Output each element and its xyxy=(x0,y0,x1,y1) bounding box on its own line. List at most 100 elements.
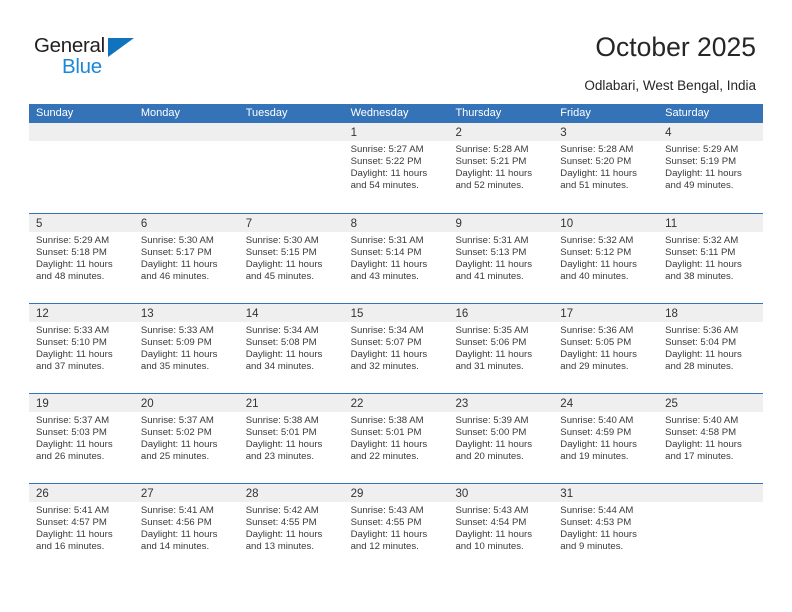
weekday-header-tuesday: Tuesday xyxy=(245,107,288,119)
day-number-band: 10 xyxy=(553,214,659,232)
day-number-band: 1 xyxy=(343,123,449,141)
day-number xyxy=(29,127,36,139)
day-cell[interactable]: 28 Sunrise: 5:42 AM Sunset: 4:55 PM Dayl… xyxy=(238,484,344,573)
day-details: Sunrise: 5:36 AM Sunset: 5:05 PM Dayligh… xyxy=(553,322,658,373)
day-number-band: 26 xyxy=(29,484,134,502)
day-cell[interactable]: 27 Sunrise: 5:41 AM Sunset: 4:56 PM Dayl… xyxy=(133,484,239,573)
day-number: 24 xyxy=(560,398,574,410)
day-cell[interactable]: 31 Sunrise: 5:44 AM Sunset: 4:53 PM Dayl… xyxy=(553,484,659,573)
daylight-text-line2: and 16 minutes. xyxy=(36,541,105,553)
day-cell[interactable]: 16 Sunrise: 5:35 AM Sunset: 5:06 PM Dayl… xyxy=(448,304,554,393)
sunset-text: Sunset: 5:14 PM xyxy=(350,247,422,259)
day-cell[interactable] xyxy=(238,123,344,213)
day-cell[interactable]: 29 Sunrise: 5:43 AM Sunset: 4:55 PM Dayl… xyxy=(343,484,449,573)
sunset-text: Sunset: 4:55 PM xyxy=(350,517,422,529)
day-cell[interactable] xyxy=(29,123,134,213)
logo-text-blue: Blue xyxy=(62,55,102,78)
sunset-text: Sunset: 5:17 PM xyxy=(140,247,212,259)
sunset-text: Sunset: 4:56 PM xyxy=(140,517,212,529)
daylight-text-line2: and 54 minutes. xyxy=(350,180,419,192)
day-cell[interactable]: 4 Sunrise: 5:29 AM Sunset: 5:19 PM Dayli… xyxy=(658,123,764,213)
day-cell[interactable]: 7 Sunrise: 5:30 AM Sunset: 5:15 PM Dayli… xyxy=(238,214,344,303)
weekday-header-saturday: Saturday xyxy=(665,107,710,119)
day-cell[interactable]: 24 Sunrise: 5:40 AM Sunset: 4:59 PM Dayl… xyxy=(553,394,659,483)
sunset-text: Sunset: 5:12 PM xyxy=(560,247,632,259)
weekday-header-thursday: Thursday xyxy=(455,107,502,119)
sunrise-text: Sunrise: 5:37 AM xyxy=(140,415,214,426)
daylight-text-line1: Daylight: 11 hours xyxy=(665,168,742,180)
daylight-text-line2: and 45 minutes. xyxy=(245,271,314,283)
day-cell[interactable]: 18 Sunrise: 5:36 AM Sunset: 5:04 PM Dayl… xyxy=(658,304,764,393)
day-number-band: 4 xyxy=(658,123,764,141)
day-details: Sunrise: 5:35 AM Sunset: 5:06 PM Dayligh… xyxy=(448,322,553,373)
day-cell[interactable]: 21 Sunrise: 5:38 AM Sunset: 5:01 PM Dayl… xyxy=(238,394,344,483)
day-number xyxy=(134,127,141,139)
day-number: 15 xyxy=(350,308,364,320)
generalblue-logo[interactable]: General Blue xyxy=(34,34,154,82)
daylight-text-line1: Daylight: 11 hours xyxy=(560,439,637,451)
day-cell[interactable]: 14 Sunrise: 5:34 AM Sunset: 5:08 PM Dayl… xyxy=(238,304,344,393)
daylight-text-line2: and 46 minutes. xyxy=(140,271,210,283)
day-cell[interactable]: 17 Sunrise: 5:36 AM Sunset: 5:05 PM Dayl… xyxy=(553,304,659,393)
day-cell[interactable] xyxy=(133,123,239,213)
daylight-text-line1: Daylight: 11 hours xyxy=(36,259,113,271)
day-cell[interactable]: 25 Sunrise: 5:40 AM Sunset: 4:58 PM Dayl… xyxy=(658,394,764,483)
daylight-text-line2: and 14 minutes. xyxy=(140,541,210,553)
day-cell[interactable]: 8 Sunrise: 5:31 AM Sunset: 5:14 PM Dayli… xyxy=(343,214,449,303)
day-cell[interactable]: 13 Sunrise: 5:33 AM Sunset: 5:09 PM Dayl… xyxy=(133,304,239,393)
daylight-text-line2: and 32 minutes. xyxy=(350,361,419,373)
day-details: Sunrise: 5:40 AM Sunset: 4:59 PM Dayligh… xyxy=(553,412,658,463)
day-cell[interactable]: 12 Sunrise: 5:33 AM Sunset: 5:10 PM Dayl… xyxy=(29,304,134,393)
triangle-icon xyxy=(108,38,134,57)
day-cell[interactable] xyxy=(658,484,764,573)
day-number: 9 xyxy=(455,218,462,230)
daylight-text-line2: and 31 minutes. xyxy=(455,361,524,373)
day-cell[interactable]: 22 Sunrise: 5:38 AM Sunset: 5:01 PM Dayl… xyxy=(343,394,449,483)
day-number-band: 20 xyxy=(133,394,239,412)
day-cell[interactable]: 9 Sunrise: 5:31 AM Sunset: 5:13 PM Dayli… xyxy=(448,214,554,303)
day-cell[interactable]: 20 Sunrise: 5:37 AM Sunset: 5:02 PM Dayl… xyxy=(133,394,239,483)
day-number: 6 xyxy=(140,218,148,230)
day-details: Sunrise: 5:37 AM Sunset: 5:02 PM Dayligh… xyxy=(134,412,239,463)
day-number: 27 xyxy=(140,488,154,500)
day-cell[interactable]: 1 Sunrise: 5:27 AM Sunset: 5:22 PM Dayli… xyxy=(343,123,449,213)
day-details: Sunrise: 5:31 AM Sunset: 5:13 PM Dayligh… xyxy=(448,232,553,283)
day-cell[interactable]: 19 Sunrise: 5:37 AM Sunset: 5:03 PM Dayl… xyxy=(29,394,134,483)
day-cell[interactable]: 26 Sunrise: 5:41 AM Sunset: 4:57 PM Dayl… xyxy=(29,484,134,573)
day-details: Sunrise: 5:40 AM Sunset: 4:58 PM Dayligh… xyxy=(658,412,763,463)
day-details: Sunrise: 5:28 AM Sunset: 5:21 PM Dayligh… xyxy=(448,141,553,192)
day-number: 17 xyxy=(560,308,574,320)
calendar-grid: Sunday Monday Tuesday Wednesday Thursday… xyxy=(29,104,764,573)
day-cell[interactable]: 3 Sunrise: 5:28 AM Sunset: 5:20 PM Dayli… xyxy=(553,123,659,213)
weekday-header-sunday: Sunday xyxy=(36,107,74,119)
day-details: Sunrise: 5:32 AM Sunset: 5:12 PM Dayligh… xyxy=(553,232,658,283)
day-number-band: 18 xyxy=(658,304,764,322)
daylight-text-line2: and 29 minutes. xyxy=(560,361,629,373)
day-cell[interactable]: 5 Sunrise: 5:29 AM Sunset: 5:18 PM Dayli… xyxy=(29,214,134,303)
daylight-text-line1: Daylight: 11 hours xyxy=(350,259,428,271)
sunrise-text: Sunrise: 5:43 AM xyxy=(350,505,424,516)
day-cell[interactable]: 6 Sunrise: 5:30 AM Sunset: 5:17 PM Dayli… xyxy=(133,214,239,303)
day-cell[interactable]: 15 Sunrise: 5:34 AM Sunset: 5:07 PM Dayl… xyxy=(343,304,449,393)
daylight-text-line2: and 51 minutes. xyxy=(560,180,629,192)
day-cell[interactable]: 30 Sunrise: 5:43 AM Sunset: 4:54 PM Dayl… xyxy=(448,484,554,573)
day-number: 25 xyxy=(665,398,678,410)
day-number-band: 9 xyxy=(448,214,554,232)
day-details: Sunrise: 5:43 AM Sunset: 4:54 PM Dayligh… xyxy=(448,502,553,553)
daylight-text-line2: and 9 minutes. xyxy=(560,541,624,553)
day-cell[interactable]: 2 Sunrise: 5:28 AM Sunset: 5:21 PM Dayli… xyxy=(448,123,554,213)
daylight-text-line1: Daylight: 11 hours xyxy=(36,349,113,361)
day-cell[interactable]: 23 Sunrise: 5:39 AM Sunset: 5:00 PM Dayl… xyxy=(448,394,554,483)
sunrise-text: Sunrise: 5:40 AM xyxy=(560,415,634,426)
week-row: 12 Sunrise: 5:33 AM Sunset: 5:10 PM Dayl… xyxy=(29,303,764,393)
day-cell[interactable]: 10 Sunrise: 5:32 AM Sunset: 5:12 PM Dayl… xyxy=(553,214,659,303)
day-number: 23 xyxy=(455,398,469,410)
sunrise-text: Sunrise: 5:40 AM xyxy=(665,415,739,426)
week-row: 1 Sunrise: 5:27 AM Sunset: 5:22 PM Dayli… xyxy=(29,123,764,213)
day-number-band: 19 xyxy=(29,394,134,412)
day-details: Sunrise: 5:30 AM Sunset: 5:17 PM Dayligh… xyxy=(134,232,239,283)
day-number-band: 28 xyxy=(238,484,344,502)
weekday-header-wednesday: Wednesday xyxy=(350,107,409,119)
day-cell[interactable]: 11 Sunrise: 5:32 AM Sunset: 5:11 PM Dayl… xyxy=(658,214,764,303)
day-number-band: 22 xyxy=(343,394,449,412)
